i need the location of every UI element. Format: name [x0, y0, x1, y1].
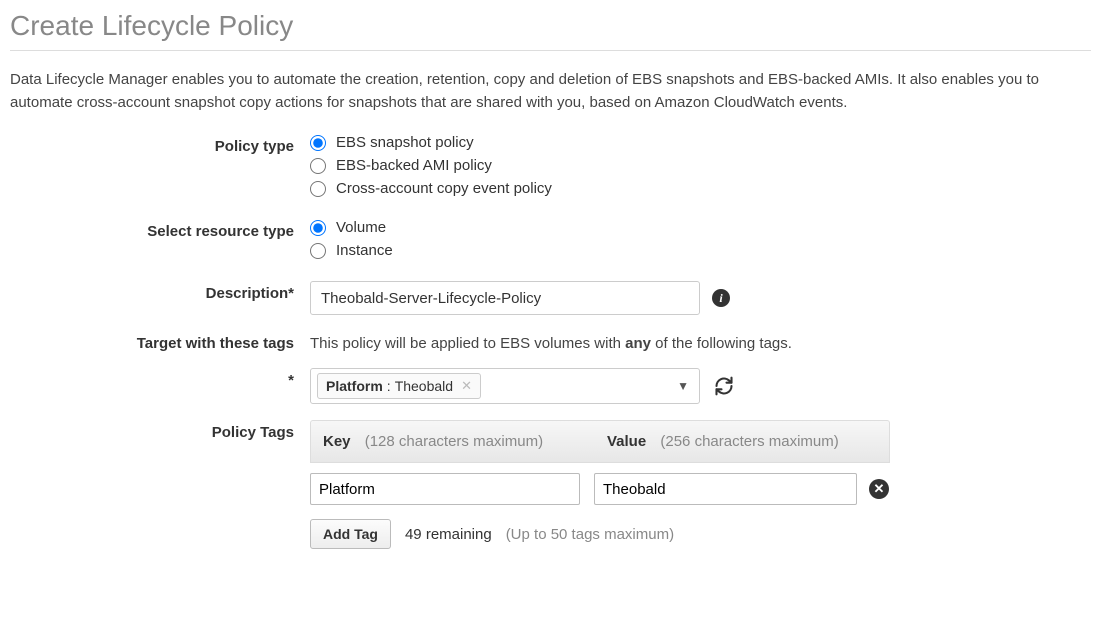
add-tag-row: Add Tag 49 remaining (Up to 50 tags maxi…	[310, 515, 890, 549]
target-tag-chip-sep: :	[387, 378, 391, 394]
target-tags-row: Target with these tags This policy will …	[10, 331, 1091, 352]
resource-type-option-instance[interactable]: Instance	[310, 242, 1091, 259]
target-tag-dropdown[interactable]: Platform : Theobald ✕ ▼	[310, 368, 700, 404]
policy-type-option-ebs-ami[interactable]: EBS-backed AMI policy	[310, 157, 1091, 174]
add-tag-button[interactable]: Add Tag	[310, 519, 391, 549]
intro-text: Data Lifecycle Manager enables you to au…	[10, 69, 1091, 114]
description-label: Description*	[10, 281, 310, 302]
policy-type-radio-ebs-snapshot[interactable]	[310, 135, 326, 151]
policy-type-option-label: EBS-backed AMI policy	[336, 157, 492, 174]
resource-type-option-label: Instance	[336, 242, 393, 259]
policy-tags-value-header: Value	[607, 433, 646, 450]
target-tag-chip-value: Theobald	[395, 378, 453, 394]
target-tag-chip-remove-icon[interactable]: ✕	[461, 378, 472, 394]
policy-type-option-cross-account[interactable]: Cross-account copy event policy	[310, 180, 1091, 197]
target-tags-label: Target with these tags	[10, 331, 310, 352]
policy-tags-label: Policy Tags	[10, 420, 310, 441]
policy-type-row: Policy type EBS snapshot policy EBS-back…	[10, 134, 1091, 203]
policy-tags-value-meta: (256 characters maximum)	[660, 433, 838, 450]
resource-type-radio-instance[interactable]	[310, 243, 326, 259]
chevron-down-icon[interactable]: ▼	[677, 379, 689, 393]
policy-tag-value-input[interactable]	[594, 473, 857, 505]
tags-max: (Up to 50 tags maximum)	[506, 526, 674, 543]
target-tag-chip[interactable]: Platform : Theobald ✕	[317, 373, 481, 399]
target-tags-help: This policy will be applied to EBS volum…	[310, 331, 1091, 352]
policy-tags-row: Policy Tags Key (128 characters maximum)…	[10, 420, 1091, 549]
target-tag-chip-key: Platform	[326, 378, 383, 394]
target-help-pre: This policy will be applied to EBS volum…	[310, 335, 625, 352]
resource-type-row: Select resource type Volume Instance	[10, 219, 1091, 265]
target-help-bold: any	[625, 335, 651, 352]
resource-type-radio-volume[interactable]	[310, 220, 326, 236]
policy-type-label: Policy type	[10, 134, 310, 155]
page-title: Create Lifecycle Policy	[10, 10, 1091, 51]
policy-tags-key-meta: (128 characters maximum)	[365, 433, 543, 450]
policy-type-radio-ebs-ami[interactable]	[310, 158, 326, 174]
target-help-post: of the following tags.	[651, 335, 792, 352]
policy-tag-row: ✕	[310, 463, 890, 515]
policy-type-radio-cross-account[interactable]	[310, 181, 326, 197]
policy-type-option-ebs-snapshot[interactable]: EBS snapshot policy	[310, 134, 1091, 151]
info-icon[interactable]: i	[712, 289, 730, 307]
description-row: Description* i	[10, 281, 1091, 315]
target-tag-selector-row: * Platform : Theobald ✕ ▼	[10, 368, 1091, 404]
description-input[interactable]	[310, 281, 700, 315]
policy-tags-table: Key (128 characters maximum) Value (256 …	[310, 420, 890, 549]
policy-tag-key-input[interactable]	[310, 473, 580, 505]
tags-remaining: 49 remaining	[405, 526, 492, 543]
refresh-icon[interactable]	[714, 376, 734, 396]
policy-tags-key-header: Key	[323, 433, 351, 450]
policy-tags-header: Key (128 characters maximum) Value (256 …	[310, 420, 890, 463]
resource-type-option-label: Volume	[336, 219, 386, 236]
target-tag-asterisk: *	[10, 368, 310, 389]
policy-type-option-label: EBS snapshot policy	[336, 134, 474, 151]
resource-type-option-volume[interactable]: Volume	[310, 219, 1091, 236]
delete-tag-icon[interactable]: ✕	[869, 479, 889, 499]
policy-type-option-label: Cross-account copy event policy	[336, 180, 552, 197]
resource-type-label: Select resource type	[10, 219, 310, 240]
